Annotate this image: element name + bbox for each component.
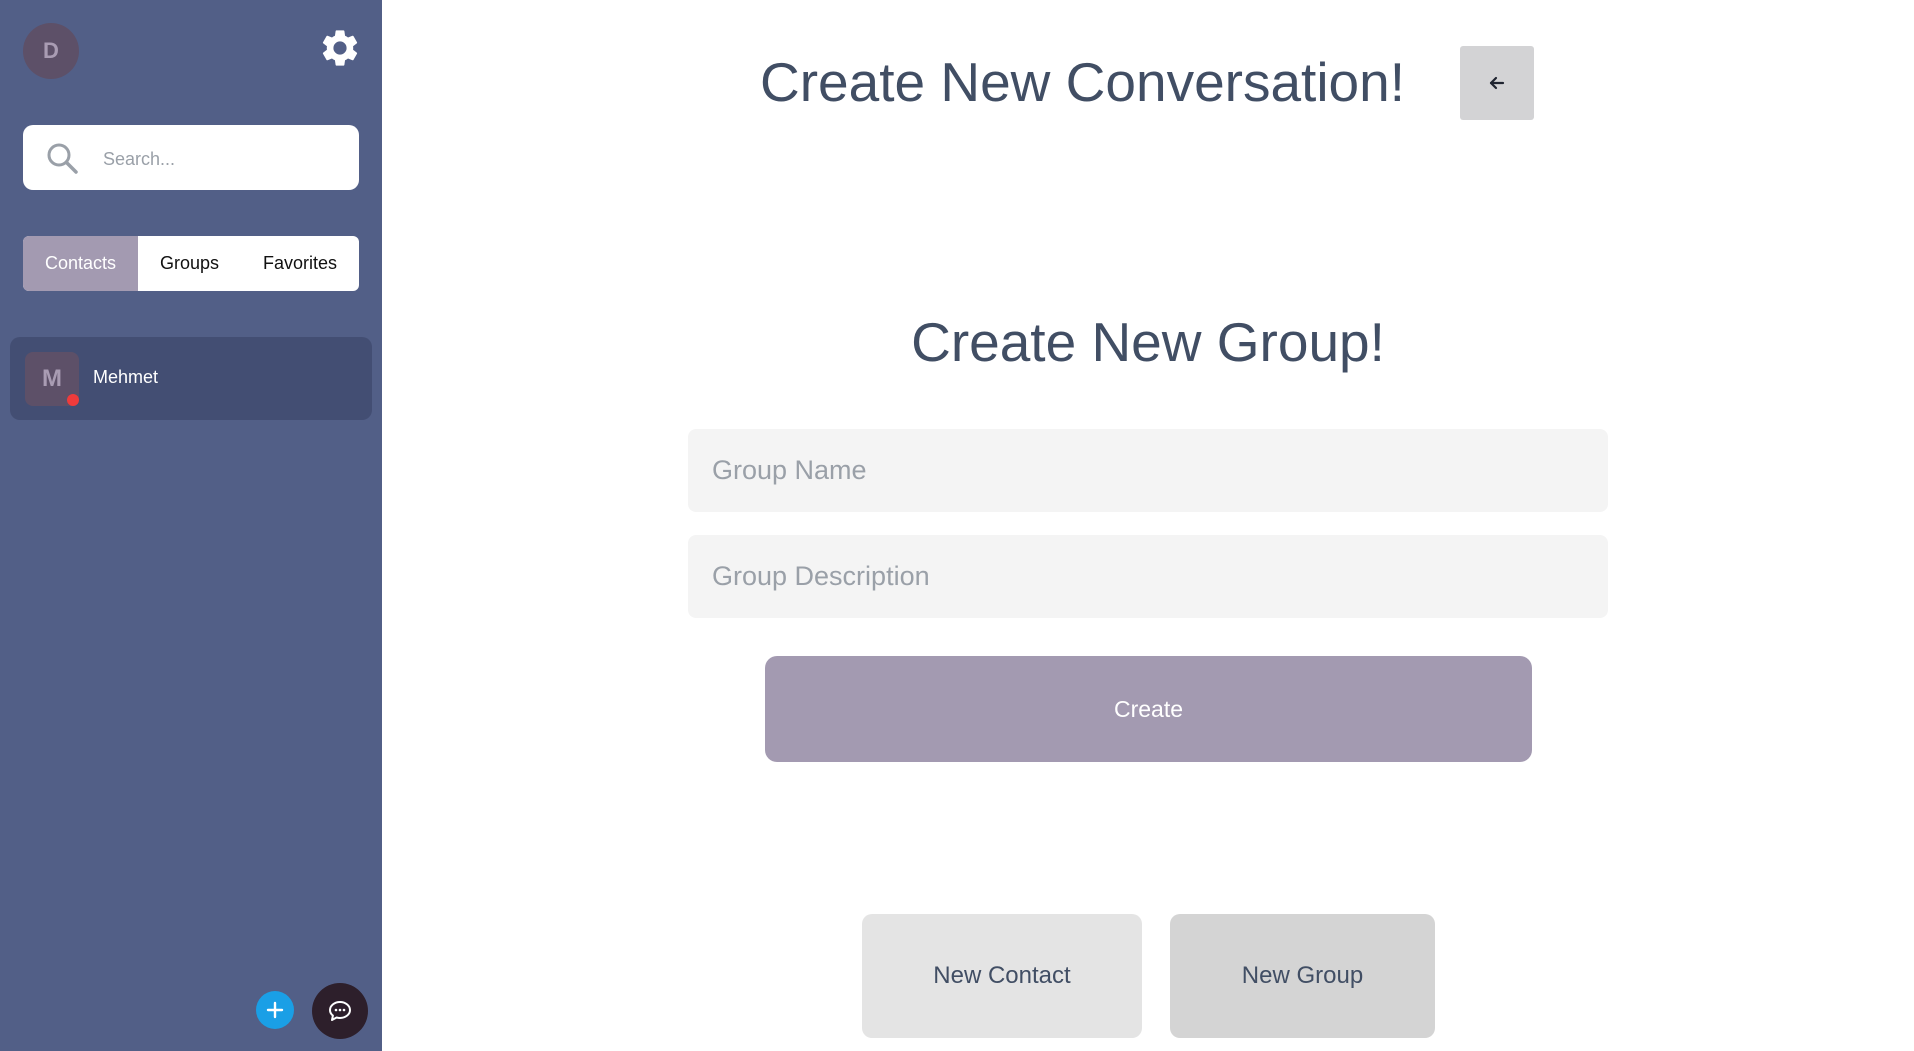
group-description-input[interactable] (688, 535, 1608, 618)
settings-button[interactable] (318, 26, 362, 70)
sidebar: D Contacts Groups Favorites M Mehmet (0, 0, 382, 1051)
search-box (23, 125, 359, 190)
new-chat-button[interactable] (312, 983, 368, 1039)
group-name-input[interactable] (688, 429, 1608, 512)
tab-groups[interactable]: Groups (138, 236, 241, 291)
chat-bubble-icon (329, 1001, 351, 1021)
contact-name: Mehmet (93, 367, 159, 387)
create-button[interactable]: Create (765, 656, 1532, 762)
add-button[interactable] (256, 991, 294, 1029)
tab-contacts[interactable]: Contacts (23, 236, 138, 291)
search-icon (47, 143, 78, 174)
page-title: Create New Conversation! (760, 51, 1406, 113)
user-avatar[interactable]: D (23, 23, 79, 79)
arrow-left-icon (1489, 76, 1505, 90)
search-input[interactable] (101, 141, 345, 177)
gear-icon (322, 30, 358, 66)
back-button[interactable] (1460, 46, 1534, 120)
new-group-button[interactable]: New Group (1170, 914, 1435, 1038)
contact-tabs: Contacts Groups Favorites (23, 236, 359, 291)
plus-icon (266, 1001, 284, 1019)
contact-list-item[interactable]: M Mehmet (10, 337, 372, 420)
form-title: Create New Group! (911, 311, 1385, 373)
new-contact-button[interactable]: New Contact (862, 914, 1142, 1038)
status-indicator (67, 394, 79, 406)
tab-favorites[interactable]: Favorites (241, 236, 359, 291)
